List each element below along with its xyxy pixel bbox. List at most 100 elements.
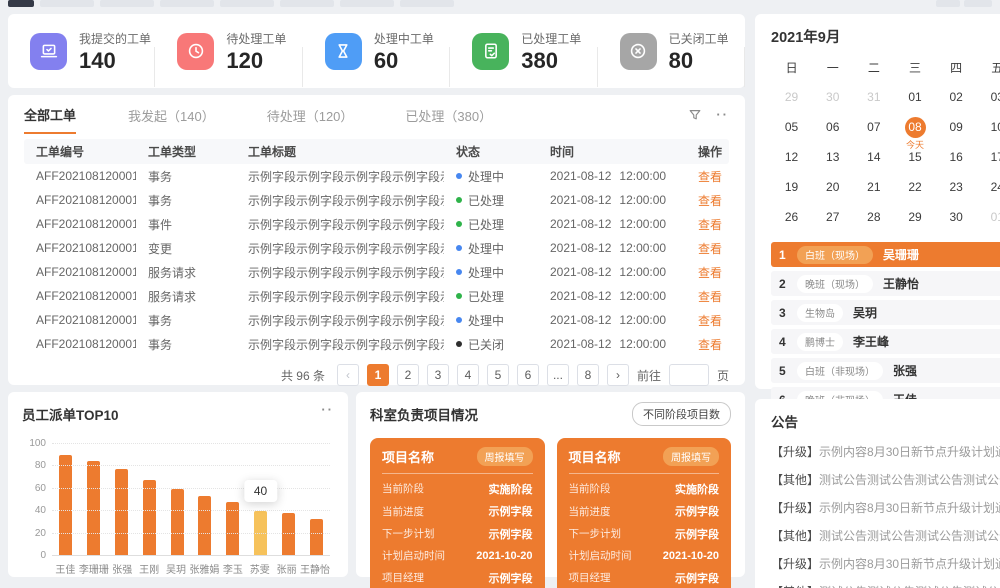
bar[interactable] [143, 480, 156, 556]
view-link[interactable]: 查看 [698, 314, 722, 328]
calendar-day[interactable]: 05 [771, 117, 812, 138]
shift-row[interactable]: 3 生物岛 吴玥 [771, 300, 1000, 325]
table-row[interactable]: AFF202108120001 事务 示例字段示例字段示例字段示例字段示例字段 … [24, 164, 729, 188]
top-tab[interactable] [100, 0, 154, 7]
announcement-item[interactable]: 【升级】 示例内容8月30日新节点升级计划通知 [771, 443, 1000, 460]
bar[interactable] [171, 489, 184, 556]
announcement-item[interactable]: 【其他】 测试公告测试公告测试公告测试公告测试公告 [771, 527, 1000, 544]
shift-row[interactable]: 4 鹏博士 李王峰 [771, 329, 1000, 354]
page-button[interactable]: 2 [397, 364, 419, 386]
bar[interactable] [198, 496, 211, 556]
window-control[interactable] [936, 0, 960, 7]
calendar-day[interactable]: 08 今天 [894, 117, 935, 138]
table-row[interactable]: AFF202108120001 事务 示例字段示例字段示例字段示例字段示例字段 … [24, 188, 729, 212]
weekly-report-button[interactable]: 周报填写 [477, 447, 533, 466]
shift-row[interactable]: 1 白班（现场） 吴珊珊 [771, 242, 1000, 267]
top-tab-active[interactable] [8, 0, 34, 7]
page-button[interactable]: 3 [427, 364, 449, 386]
calendar-day[interactable]: 21 [853, 177, 894, 198]
calendar-day[interactable]: 09 [936, 117, 977, 138]
announcement-item[interactable]: 【升级】 示例内容8月30日新节点升级计划通知 [771, 499, 1000, 516]
calendar-day[interactable]: 27 [812, 207, 853, 228]
table-row[interactable]: AFF202108120001 事务 示例字段示例字段示例字段示例字段示例字段 … [24, 332, 729, 356]
table-row[interactable]: AFF202108120001 服务请求 示例字段示例字段示例字段示例字段示例字… [24, 284, 729, 308]
calendar-day[interactable]: 26 [771, 207, 812, 228]
calendar-day[interactable]: 14 [853, 147, 894, 168]
calendar-day[interactable]: 28 [853, 207, 894, 228]
prev-page-button[interactable]: ‹ [337, 364, 359, 386]
table-row[interactable]: AFF202108120001 变更 示例字段示例字段示例字段示例字段示例字段 … [24, 236, 729, 260]
view-link[interactable]: 查看 [698, 266, 722, 280]
calendar-day[interactable]: 06 [812, 117, 853, 138]
shift-row[interactable]: 2 晚班（现场） 王静怡 [771, 271, 1000, 296]
view-link[interactable]: 查看 [698, 242, 722, 256]
page-button[interactable]: 8 [577, 364, 599, 386]
page-button[interactable]: ... [547, 364, 569, 386]
bar[interactable] [87, 461, 100, 556]
workorder-tab[interactable]: 已处理（380） [405, 106, 492, 133]
view-link[interactable]: 查看 [698, 170, 722, 184]
goto-page-input[interactable] [669, 364, 709, 386]
calendar-day[interactable]: 07 [853, 117, 894, 138]
more-icon[interactable]: ·· [716, 107, 729, 122]
view-link[interactable]: 查看 [698, 338, 722, 352]
more-icon[interactable]: ·· [321, 402, 334, 417]
calendar-day[interactable]: 30 [936, 207, 977, 228]
window-control[interactable] [964, 0, 992, 7]
calendar-day[interactable]: 03 [977, 87, 1000, 108]
workorder-tab[interactable]: 全部工单 [24, 105, 76, 134]
calendar-day[interactable]: 29 [771, 87, 812, 108]
weekly-report-button[interactable]: 周报填写 [663, 447, 719, 466]
announcement-item[interactable]: 【其他】 测试公告测试公告测试公告测试公告测试公告 [771, 471, 1000, 488]
view-link[interactable]: 查看 [698, 194, 722, 208]
announcement-item[interactable]: 【升级】 示例内容8月30日新节点升级计划通知 [771, 555, 1000, 572]
top-tab[interactable] [280, 0, 334, 7]
workorder-tab[interactable]: 待处理（120） [267, 106, 354, 133]
project-card[interactable]: 项目名称 周报填写 当前阶段 实施阶段 当前进度 [370, 438, 545, 588]
calendar-day[interactable]: 10 [977, 117, 1000, 138]
calendar-day[interactable]: 30 [812, 87, 853, 108]
page-button[interactable]: 5 [487, 364, 509, 386]
top-tab[interactable] [400, 0, 454, 7]
top-tab[interactable] [40, 0, 94, 7]
calendar-day[interactable]: 02 [936, 87, 977, 108]
next-page-button[interactable]: › [607, 364, 629, 386]
calendar-day[interactable]: 15 [894, 147, 935, 168]
calendar-day[interactable]: 31 [853, 87, 894, 108]
calendar-day[interactable]: 17 [977, 147, 1000, 168]
announcement-item[interactable]: 【其他】 测试公告测试公告测试公告测试公告测试公告 [771, 583, 1000, 588]
page-button[interactable]: 1 [367, 364, 389, 386]
calendar-day[interactable]: 16 [936, 147, 977, 168]
calendar-day[interactable]: 23 [936, 177, 977, 198]
project-card[interactable]: 项目名称 周报填写 当前阶段 实施阶段 当前进度 [557, 438, 732, 588]
bar[interactable] [282, 513, 295, 556]
calendar-day[interactable]: 01 [894, 87, 935, 108]
calendar-day[interactable]: 29 [894, 207, 935, 228]
calendar-day[interactable]: 22 [894, 177, 935, 198]
bar[interactable] [115, 469, 128, 556]
filter-icon[interactable] [688, 108, 702, 122]
page-button[interactable]: 4 [457, 364, 479, 386]
calendar-day[interactable]: 12 [771, 147, 812, 168]
field-label: 当前进度 [382, 504, 424, 519]
workorder-tab[interactable]: 我发起（140） [128, 106, 215, 133]
order-time: 2021-08-1212:00:00 [538, 169, 686, 183]
table-row[interactable]: AFF202108120001 事件 示例字段示例字段示例字段示例字段示例字段 … [24, 212, 729, 236]
top-tab[interactable] [220, 0, 274, 7]
top-tab[interactable] [160, 0, 214, 7]
calendar-day[interactable]: 24 [977, 177, 1000, 198]
bar[interactable] [59, 455, 72, 556]
view-link[interactable]: 查看 [698, 218, 722, 232]
stage-count-button[interactable]: 不同阶段项目数 [632, 402, 731, 426]
calendar-day[interactable]: 19 [771, 177, 812, 198]
bar[interactable] [310, 519, 323, 556]
page-button[interactable]: 6 [517, 364, 539, 386]
table-row[interactable]: AFF202108120001 服务请求 示例字段示例字段示例字段示例字段示例字… [24, 260, 729, 284]
calendar-day[interactable]: 20 [812, 177, 853, 198]
table-row[interactable]: AFF202108120001 事务 示例字段示例字段示例字段示例字段示例字段 … [24, 308, 729, 332]
calendar-day[interactable]: 01 [977, 207, 1000, 228]
calendar-day[interactable]: 13 [812, 147, 853, 168]
top-tab[interactable] [340, 0, 394, 7]
view-link[interactable]: 查看 [698, 290, 722, 304]
shift-row[interactable]: 5 白班（非现场） 张强 [771, 358, 1000, 383]
